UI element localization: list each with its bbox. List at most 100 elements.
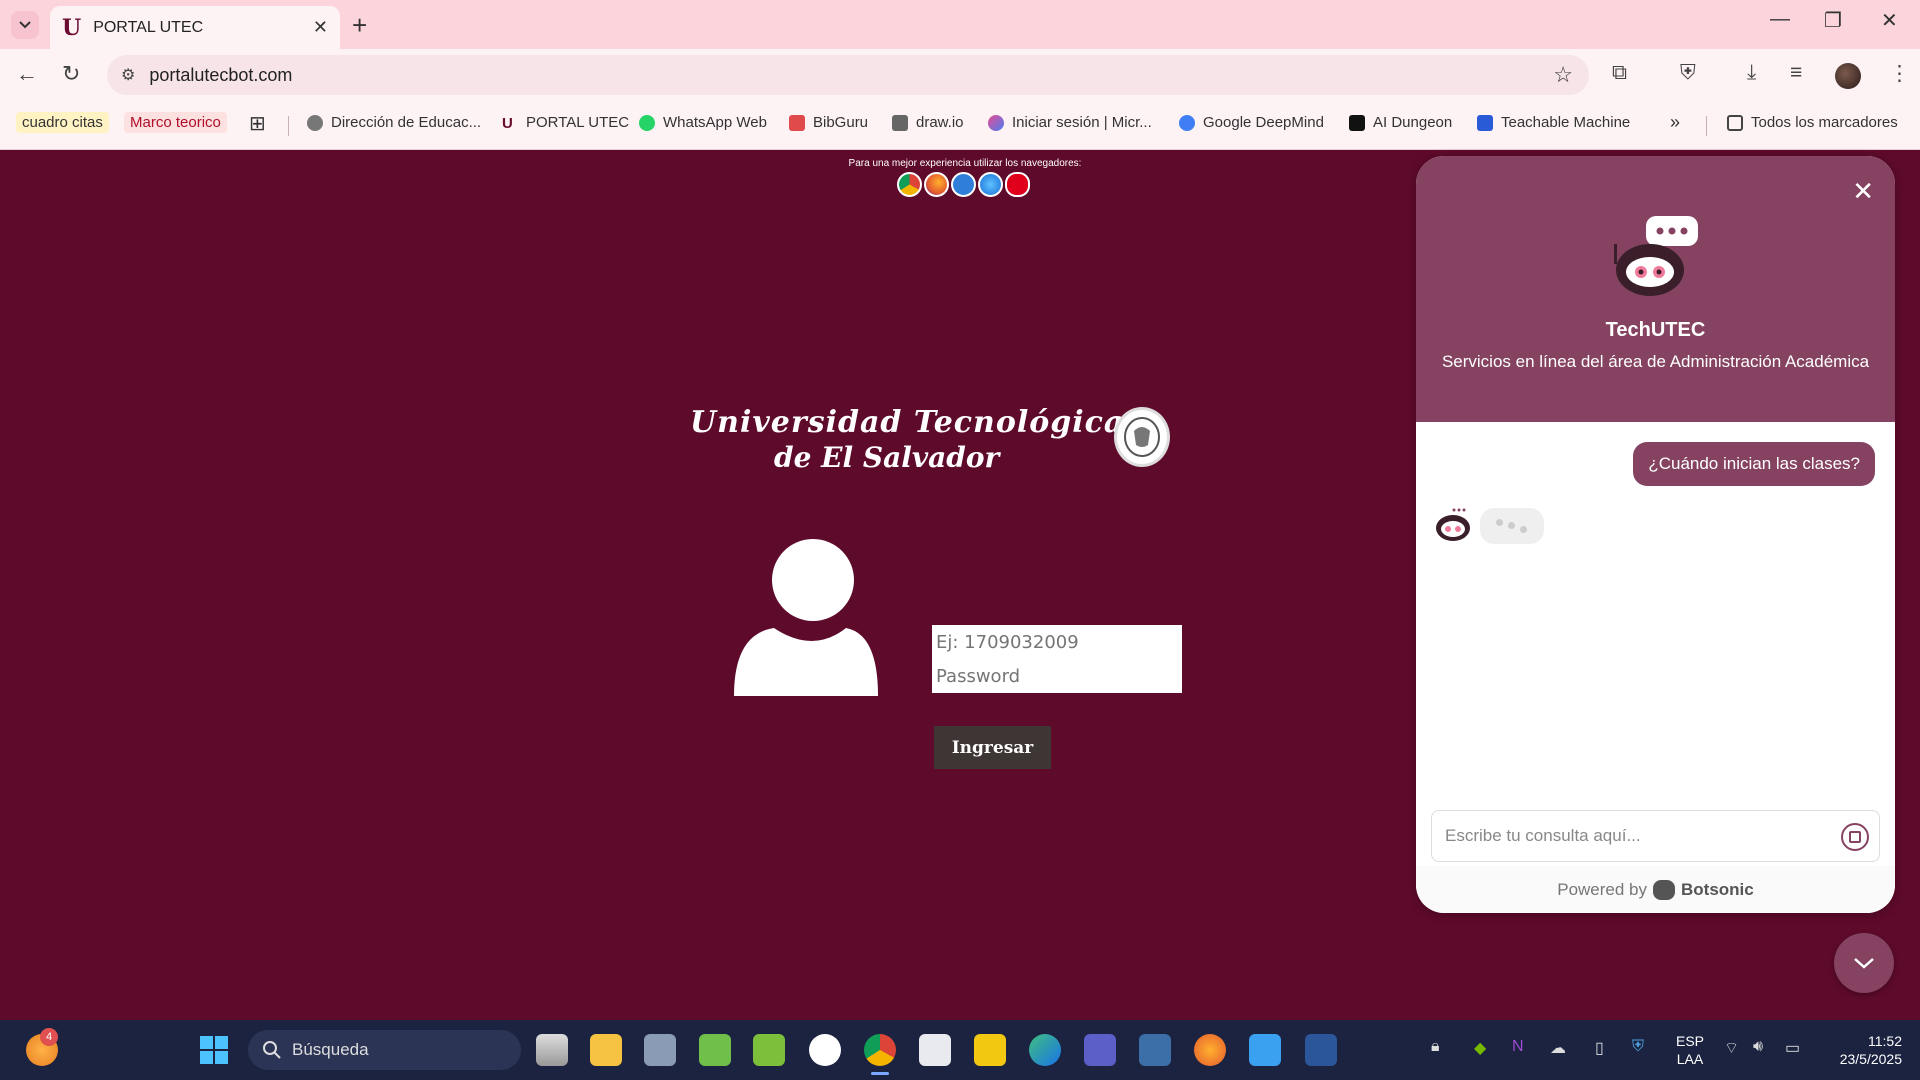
bookmark-direccion[interactable]: Dirección de Educac... [307,114,481,131]
chat-subtitle: Servicios en línea del área de Administr… [1441,352,1870,371]
whatsapp-icon [639,114,655,131]
security-shield-icon[interactable]: ⛨ [1632,1038,1644,1056]
seal-icon [1124,417,1160,457]
new-tab-icon[interactable]: + [352,10,367,41]
opera-icon[interactable] [1005,172,1030,197]
browser-icons [897,172,1030,197]
usb-icon[interactable]: ▯ [1595,1038,1604,1058]
power-bi-icon[interactable] [974,1034,1006,1066]
chrome-icon[interactable] [897,172,922,197]
close-chat-icon[interactable]: ✕ [1852,176,1874,207]
safari-icon[interactable] [978,172,1003,197]
firefox-icon[interactable] [924,172,949,197]
site-settings-icon[interactable]: ⚙ [121,65,135,85]
reload-icon[interactable]: ↻ [62,61,80,87]
bookmark-drawio[interactable]: draw.io [892,114,964,131]
notepad-icon[interactable] [1249,1034,1281,1066]
restore-icon[interactable]: ❐ [1824,8,1842,33]
language-indicator[interactable]: ESP LAA [1676,1032,1704,1068]
bookmark-microsoft[interactable]: Iniciar sesión | Micr... [988,114,1152,131]
task-view-icon[interactable] [536,1034,568,1066]
system-clock[interactable]: 11:52 23/5/2025 [1822,1032,1902,1068]
minimize-icon[interactable]: — [1770,8,1790,31]
firefox-taskbar-icon[interactable] [1194,1034,1226,1066]
teams-icon[interactable] [1084,1034,1116,1066]
chat-header: ✕ TechUTEC Servicios en línea del área d… [1416,156,1895,422]
bookmark-label: draw.io [916,114,964,131]
botsonic-brand[interactable]: Botsonic [1681,880,1754,900]
media-control-icon[interactable]: ≡ [1790,61,1802,85]
tab-search-button[interactable] [11,11,39,39]
edge-taskbar-icon[interactable] [1029,1034,1061,1066]
taskbar-search[interactable]: Búsqueda [248,1030,521,1070]
app-icon[interactable] [699,1034,731,1066]
search-icon [263,1041,281,1059]
nvidia-icon[interactable]: ◆ [1474,1038,1486,1058]
lock-icon[interactable]: 🔒︎ [1431,1038,1440,1056]
extensions-icon[interactable]: ⧉ [1612,61,1627,85]
chat-toggle-button[interactable] [1834,933,1894,993]
app-icon[interactable] [753,1034,785,1066]
address-bar[interactable]: ⚙ portalutecbot.com ☆ [107,55,1589,95]
chrome-taskbar-icon[interactable] [864,1034,896,1066]
close-window-icon[interactable]: ✕ [1881,8,1898,33]
password-input[interactable] [932,659,1182,693]
volume-icon[interactable]: 🔊︎ [1753,1038,1763,1056]
deepmind-icon [1179,114,1195,131]
windows-start-icon[interactable] [198,1034,230,1066]
active-indicator [871,1072,889,1075]
divider [1706,116,1707,136]
keyboard-layout: LAA [1676,1051,1704,1067]
typing-dot [1508,522,1515,529]
chat-message-input[interactable]: Escribe tu consulta aquí... [1431,810,1880,862]
clock-date: 23/5/2025 [1839,1051,1902,1067]
close-tab-icon[interactable]: ✕ [313,17,328,38]
apps-grid-icon[interactable]: ⊞ [249,111,266,136]
edge-icon[interactable] [951,172,976,197]
botsonic-icon [1653,879,1676,900]
url-text[interactable]: portalutecbot.com [149,65,292,86]
app-icon[interactable] [1139,1034,1171,1066]
bookmarks-bar: cuadro citas Marco teorico ⊞ Dirección d… [0,101,1920,150]
virtualbox-icon[interactable] [644,1034,676,1066]
bookmark-star-icon[interactable]: ☆ [1553,62,1573,88]
bibguru-icon [789,114,805,131]
app-icon[interactable] [919,1034,951,1066]
chevron-down-icon [1854,958,1874,969]
bookmark-label: Dirección de Educac... [331,114,482,131]
university-name-line1: Universidad Tecnológica [690,405,1125,440]
ai-dungeon-icon [1349,114,1365,131]
all-bookmarks-folder[interactable]: Todos los marcadores [1727,114,1898,131]
login-button[interactable]: Ingresar [934,726,1051,769]
wifi-icon[interactable]: ⌔ [1724,1038,1739,1058]
bookmark-teachable[interactable]: Teachable Machine [1477,114,1630,131]
folder-icon [1727,114,1743,131]
bookmark-portal-utec[interactable]: U PORTAL UTEC [502,114,630,132]
bookmark-marco-teorico[interactable]: Marco teorico [124,112,227,133]
profile-avatar[interactable] [1835,63,1861,89]
menu-icon[interactable]: ⋮ [1889,61,1910,86]
download-icon[interactable]: ⤓ [1747,61,1756,85]
onedrive-icon[interactable]: ☁ [1550,1038,1566,1058]
file-explorer-icon[interactable] [590,1034,622,1066]
more-bookmarks-icon[interactable]: » [1670,112,1680,133]
battery-icon[interactable]: ▭ [1785,1038,1800,1058]
tab-portal-utec[interactable]: U PORTAL UTEC ✕ [50,6,340,49]
bookmark-label: BibGuru [813,114,869,131]
tab-favicon: U [62,14,82,41]
bookmark-cuadro-citas[interactable]: cuadro citas [16,112,109,133]
student-id-input[interactable] [932,625,1182,659]
onenote-icon[interactable]: N [1512,1038,1524,1056]
back-icon[interactable]: ← [16,61,38,87]
bookmark-label: Iniciar sesión | Micr... [1012,114,1152,131]
bookmark-whatsapp[interactable]: WhatsApp Web [639,114,767,131]
app-icon[interactable] [809,1034,841,1066]
incognito-icon[interactable]: ⛨ [1680,61,1696,85]
bookmark-ai-dungeon[interactable]: AI Dungeon [1349,114,1452,131]
bookmark-label: PORTAL UTEC [526,114,630,131]
word-icon[interactable] [1305,1034,1337,1066]
bookmark-deepmind[interactable]: Google DeepMind [1179,114,1324,131]
bookmark-bibguru[interactable]: BibGuru [789,114,868,131]
typing-dot [1496,519,1503,526]
send-icon[interactable] [1841,823,1869,851]
